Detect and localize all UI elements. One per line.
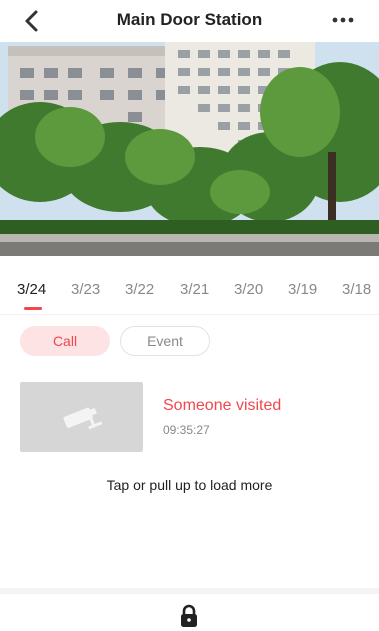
date-selector: 3/24 3/23 3/22 3/21 3/20 3/19 3/18 [0,270,379,310]
page-title: Main Door Station [116,10,263,29]
date-tab[interactable]: 3/24 [17,281,46,298]
selected-date-indicator [24,307,42,310]
top-bar: Main Door Station [0,0,379,42]
divider [0,314,379,315]
camera-icon [63,407,103,430]
list-item[interactable]: Someone visited 09:35:27 [20,382,360,452]
date-tab[interactable]: 3/22 [125,281,154,298]
bottom-bar [0,588,379,631]
date-tab[interactable]: 3/19 [288,281,317,298]
record-title: Someone visited [163,397,282,414]
event-filter-button[interactable]: Event [120,326,210,356]
date-tab[interactable]: 3/23 [71,281,100,298]
load-more-text[interactable]: Tap or pull up to load more [0,477,379,493]
date-tab[interactable]: 3/18 [342,281,371,298]
date-tab[interactable]: 3/21 [180,281,209,298]
record-time: 09:35:27 [163,423,210,437]
more-dots-icon[interactable] [331,12,355,28]
record-thumbnail [20,382,143,452]
call-filter-button[interactable]: Call [20,326,110,356]
camera-image [0,42,379,256]
lock-icon[interactable] [179,604,199,628]
camera-live-view[interactable] [0,42,379,256]
date-tab[interactable]: 3/20 [234,281,263,298]
